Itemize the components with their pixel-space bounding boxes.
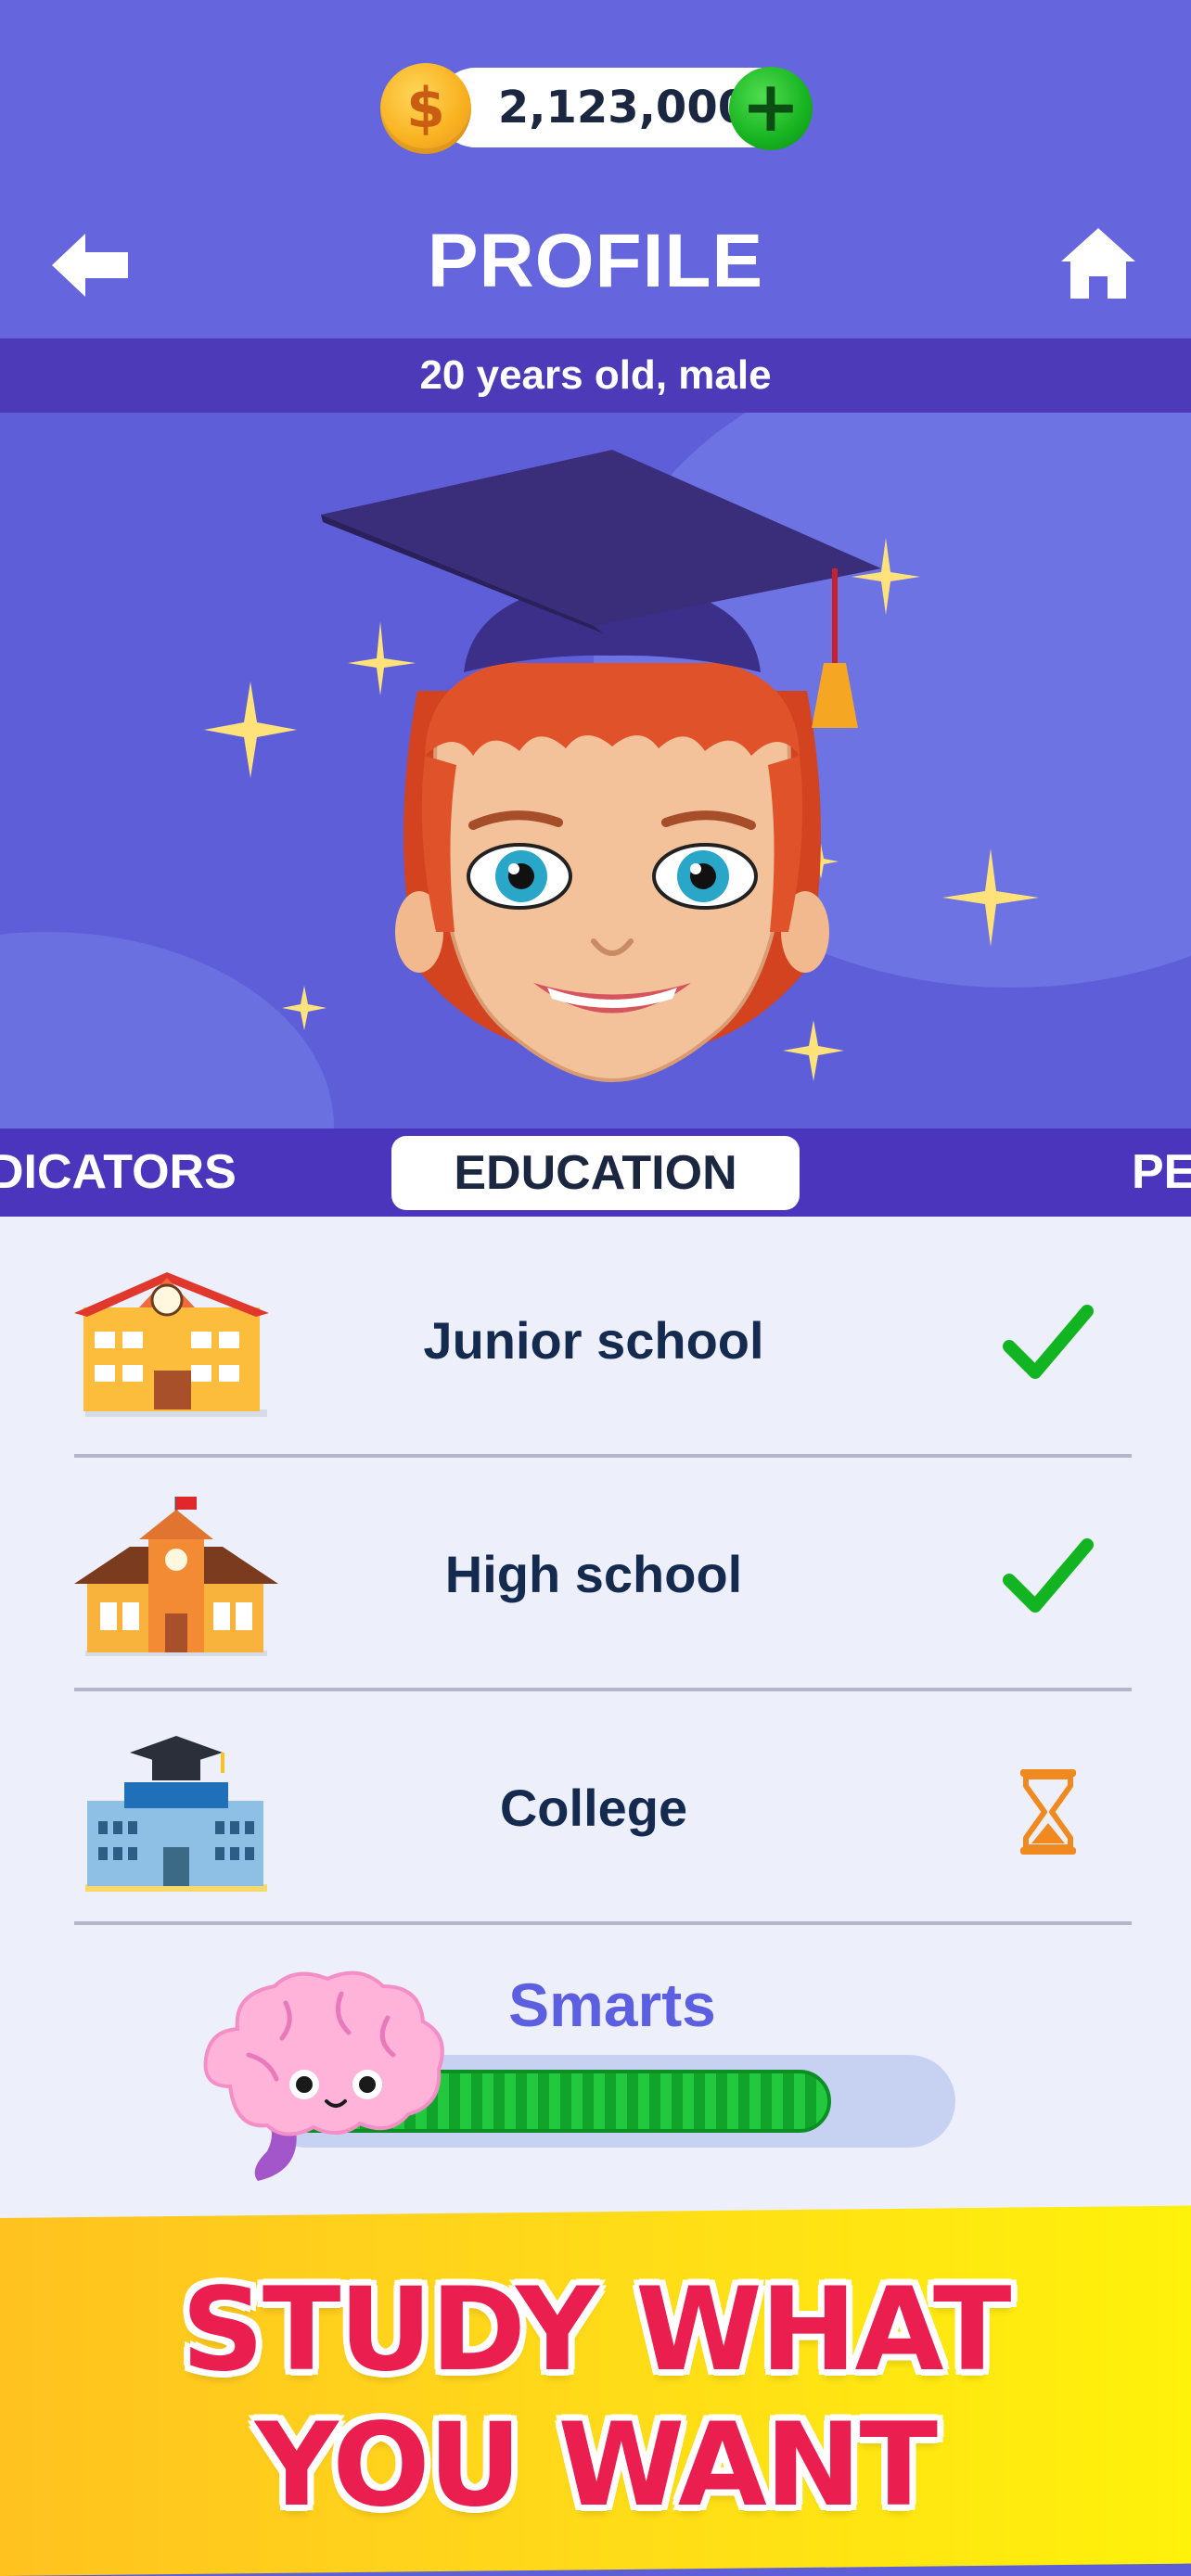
sparkle-icon bbox=[942, 848, 1039, 947]
education-row-college[interactable]: College bbox=[74, 1691, 1132, 1925]
checkmark-icon bbox=[1003, 1538, 1094, 1613]
home-icon[interactable] bbox=[1059, 226, 1137, 300]
promo-line-2: YOU WANT bbox=[254, 2399, 938, 2532]
row-divider bbox=[74, 1921, 1132, 1925]
age-gender-band: 20 years old, male bbox=[0, 338, 1191, 413]
coin-icon: $ bbox=[380, 63, 471, 154]
hourglass-icon bbox=[1020, 1769, 1076, 1855]
profile-tab-bar: DICATORS EDUCATION PE bbox=[0, 1129, 1191, 1217]
sparkle-icon bbox=[204, 682, 297, 778]
tab-education[interactable]: EDUCATION bbox=[391, 1136, 800, 1210]
back-arrow-icon[interactable] bbox=[48, 230, 132, 300]
education-row-high-school[interactable]: High school bbox=[74, 1458, 1132, 1691]
tab-personal[interactable]: PE bbox=[1132, 1129, 1191, 1217]
coin-symbol: $ bbox=[406, 76, 445, 141]
brain-icon bbox=[203, 1970, 444, 2181]
coin-amount: 2,123,000 bbox=[497, 82, 749, 134]
promo-line-1: STUDY WHAT bbox=[181, 2264, 1012, 2397]
checkmark-icon bbox=[1003, 1305, 1094, 1379]
tab-indicators[interactable]: DICATORS bbox=[0, 1129, 239, 1217]
education-label: Junior school bbox=[423, 1311, 764, 1370]
age-gender-text: 20 years old, male bbox=[419, 352, 772, 398]
promo-banner-text: STUDY WHAT YOU WANT bbox=[0, 2263, 1191, 2533]
education-label: High school bbox=[444, 1545, 743, 1603]
smarts-label: Smarts bbox=[508, 1970, 716, 2039]
avatar-hero bbox=[0, 413, 1191, 1129]
page-title: PROFILE bbox=[427, 219, 764, 303]
plus-icon: + bbox=[741, 65, 800, 147]
avatar-face bbox=[321, 450, 881, 1083]
education-label: College bbox=[499, 1779, 688, 1837]
education-row-junior-school[interactable]: Junior school bbox=[74, 1224, 1132, 1458]
add-coins-button[interactable]: + bbox=[729, 67, 813, 150]
